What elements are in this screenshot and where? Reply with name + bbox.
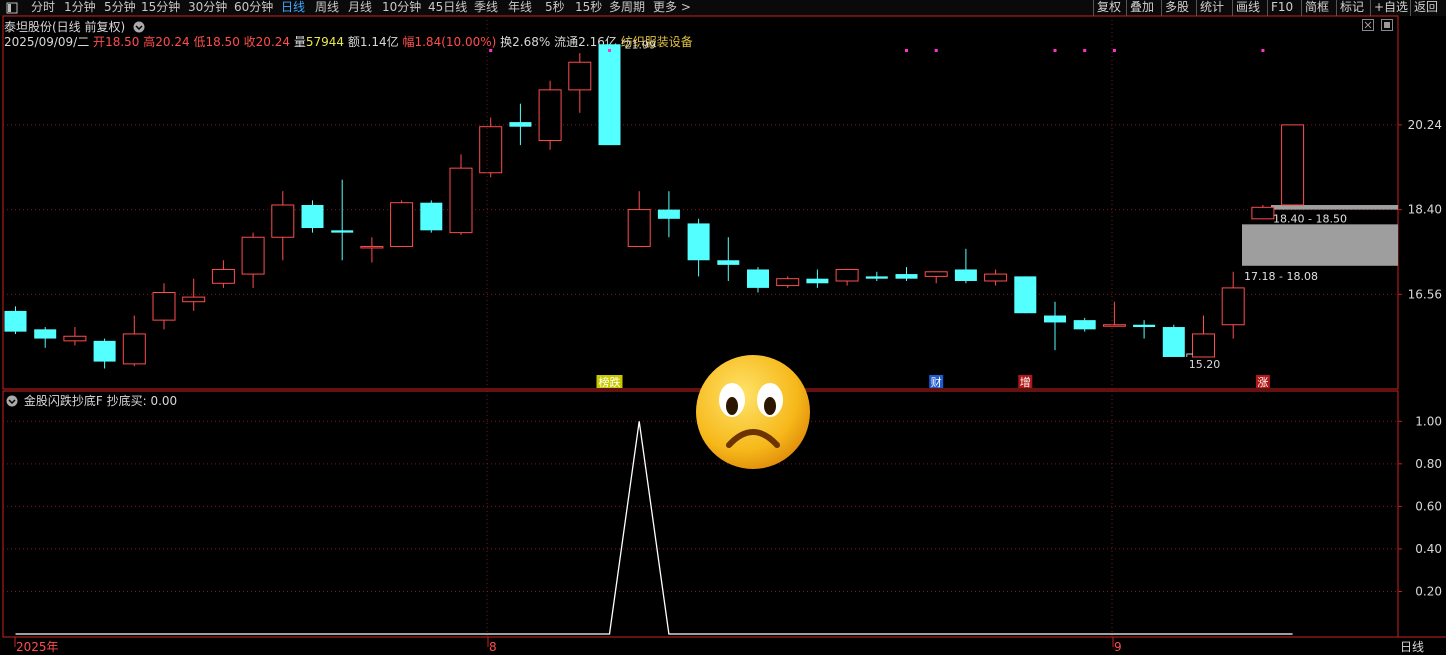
- candle-body: [717, 260, 740, 265]
- indicator-tick-label: 0.20: [1415, 584, 1442, 598]
- candle-body: [420, 202, 443, 231]
- candle-body: [34, 329, 57, 339]
- candle-body: [182, 296, 206, 303]
- candle-body: [271, 204, 295, 238]
- indicator-value: 0.00: [150, 394, 178, 408]
- candle-body: [1133, 324, 1156, 328]
- candle-body: [1102, 324, 1126, 327]
- indicator-tick-label: 0.80: [1415, 457, 1442, 471]
- chevron-down-icon[interactable]: [6, 395, 18, 407]
- indicator-series-line: [15, 421, 1293, 635]
- candle-body: [657, 209, 680, 219]
- event-dot: [1261, 49, 1265, 52]
- candle-body: [627, 209, 651, 247]
- candle-body: [241, 236, 265, 275]
- indicator-value-label: 抄底买:: [106, 394, 147, 408]
- candle-body: [806, 278, 829, 284]
- event-tag[interactable]: 榜跌: [599, 375, 621, 389]
- price-tick-label: 16.56: [1408, 287, 1442, 301]
- event-tag[interactable]: 财: [931, 375, 942, 389]
- candle-body: [687, 223, 710, 261]
- candle-body: [211, 268, 235, 284]
- candle-body: [63, 335, 87, 342]
- candle-body: [1073, 320, 1096, 330]
- indicator-tick-label: 1.00: [1415, 414, 1442, 428]
- event-dot: [608, 49, 611, 52]
- candle-body: [390, 202, 414, 247]
- price-zone-label: 17.18 - 18.08: [1244, 270, 1318, 283]
- candle-body: [924, 271, 948, 277]
- indicator-title: 金股闪跌抄底F 抄底买: 0.00: [6, 392, 177, 409]
- kline-chart[interactable]: 16.56 18.40 20.24 18.40 - 18.50 17.18 - 18.0…: [0, 0, 1446, 654]
- price-zone: [1242, 224, 1398, 266]
- candle-body: [865, 276, 888, 279]
- event-dot: [905, 49, 908, 52]
- candle-body: [776, 278, 800, 287]
- event-dot: [934, 49, 938, 52]
- candle-body: [538, 89, 562, 142]
- candle-body: [984, 273, 1008, 282]
- candle-body: [1014, 276, 1037, 314]
- candle-body: [747, 269, 769, 288]
- extreme-price-label: 15.20: [1189, 358, 1221, 371]
- xaxis-label: 9: [1114, 640, 1122, 654]
- indicator-tick-label: 0.60: [1415, 499, 1442, 513]
- price-zone: [1271, 205, 1398, 210]
- candle-body: [1221, 287, 1245, 326]
- indicator-tick-label: 0.40: [1415, 542, 1442, 556]
- candle-body: [598, 44, 621, 146]
- candle-body: [835, 268, 859, 282]
- candle-body: [152, 292, 176, 321]
- extreme-marker: [1186, 353, 1193, 357]
- sad-face-emoji: [694, 353, 812, 474]
- candle-body: [1192, 333, 1215, 358]
- price-tick-label: 20.24: [1408, 118, 1442, 132]
- candle-body: [331, 230, 354, 233]
- candle-body: [360, 245, 384, 249]
- candle-body: [479, 126, 503, 174]
- candle-body: [1162, 327, 1185, 357]
- candle-body: [1044, 315, 1066, 323]
- indicator-name: 金股闪跌抄底F: [23, 394, 103, 408]
- event-dot: [1083, 49, 1087, 52]
- event-tag[interactable]: 涨: [1257, 376, 1268, 389]
- candle-body: [895, 274, 918, 279]
- candle-body: [301, 205, 324, 229]
- event-tag[interactable]: 增: [1020, 375, 1031, 389]
- event-dot: [489, 49, 493, 52]
- candle-body: [954, 269, 977, 281]
- candle-body: [93, 340, 116, 362]
- candle-body: [568, 61, 592, 91]
- main-frame: [2, 15, 1399, 390]
- price-tick-label: 18.40: [1408, 203, 1442, 217]
- candle-body: [1251, 206, 1275, 220]
- candle-body: [4, 310, 27, 332]
- xaxis-label: 8: [489, 640, 497, 654]
- event-dot: [1112, 49, 1116, 52]
- candle-body: [449, 167, 473, 234]
- xaxis-label: 2025年: [16, 640, 59, 654]
- candle-body: [122, 333, 146, 365]
- price-zone-label: 18.40 - 18.50: [1273, 213, 1347, 226]
- event-dot: [1053, 49, 1057, 52]
- period-label: 日线: [1400, 640, 1425, 654]
- extreme-price-label: 21.99: [625, 38, 657, 51]
- candle-body: [1281, 124, 1305, 206]
- candle-body: [509, 122, 532, 127]
